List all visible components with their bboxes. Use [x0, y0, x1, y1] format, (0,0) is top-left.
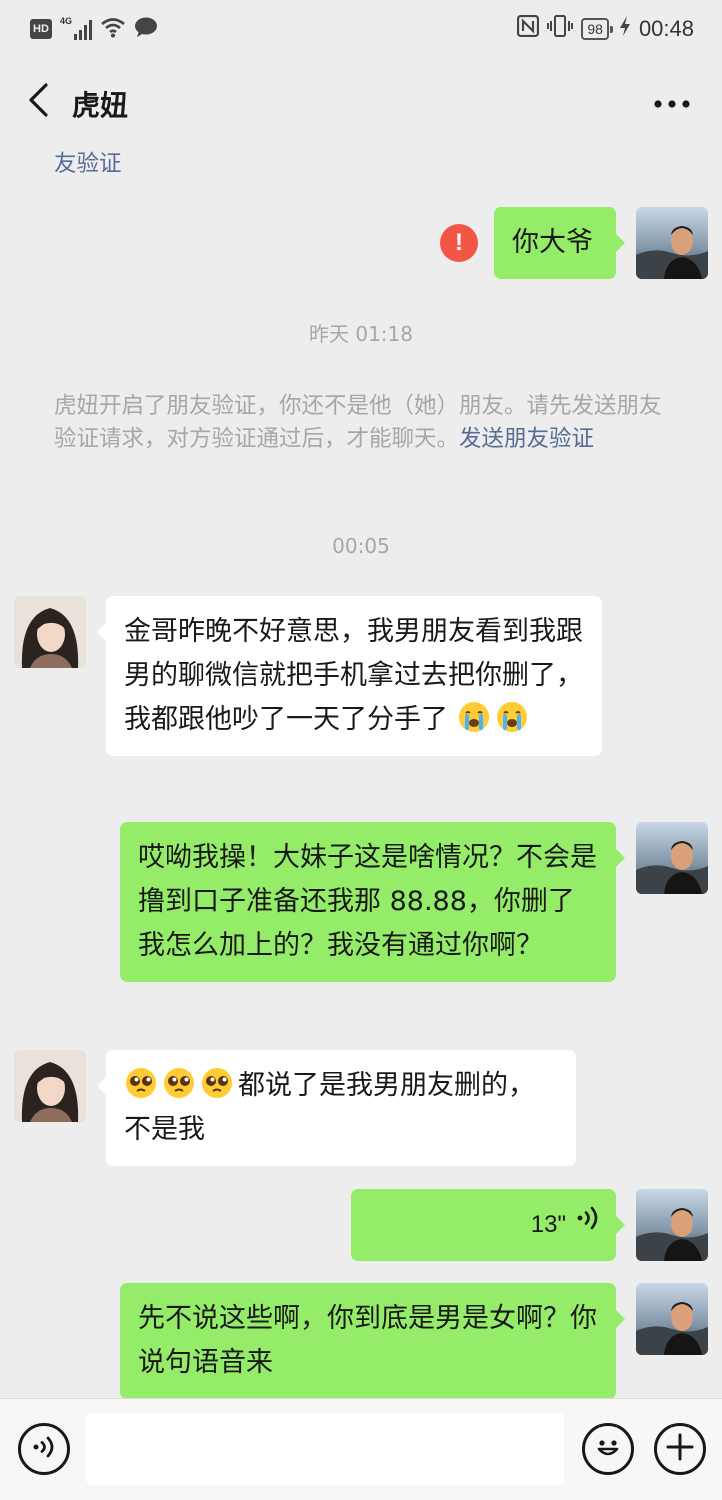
pleading-face-icon — [162, 1066, 196, 1100]
wifi-icon — [100, 16, 126, 42]
chat-bubble-icon — [134, 16, 158, 42]
send-verification-link[interactable]: 友验证 — [54, 151, 122, 177]
more-dots-icon — [654, 93, 690, 112]
timestamp: 昨天 01:18 — [309, 322, 413, 346]
more-button[interactable] — [650, 82, 694, 122]
plus-icon — [666, 1433, 694, 1465]
message-bubble-me[interactable]: 先不说这些啊，你到底是男是女啊？你说句语音来 — [120, 1283, 625, 1398]
voice-input-button[interactable] — [18, 1423, 70, 1475]
charging-icon — [617, 15, 631, 43]
message-text: 先不说这些啊，你到底是男是女啊？你说句语音来 — [138, 1303, 597, 1378]
message-bubble-contact[interactable]: 金哥昨晚不好意思，我男朋友看到我跟男的聊微信就把手机拿过去把你删了，我都跟他吵了… — [97, 596, 602, 756]
back-button[interactable] — [18, 80, 58, 124]
status-left: HD 4G — [30, 16, 158, 42]
chat-title: 虎妞 — [72, 89, 129, 122]
hd-icon: HD — [30, 19, 52, 39]
my-avatar[interactable] — [636, 1283, 708, 1355]
crying-face-icon — [457, 700, 491, 734]
pleading-face-icon — [200, 1066, 234, 1100]
voice-duration: 13" — [530, 1211, 566, 1238]
chat-header: 虎妞 — [0, 58, 722, 144]
vibrate-icon — [547, 14, 574, 44]
system-notice: 虎妞开启了朋友验证，你还不是他（她）朋友。请先发送朋友验证请求，对方验证通过后，… — [54, 390, 674, 456]
voice-message-bubble[interactable]: 13" — [351, 1189, 625, 1261]
timestamp: 00:05 — [332, 534, 390, 558]
chevron-left-icon — [27, 83, 49, 121]
system-notice-partial: 友验证 — [54, 148, 674, 181]
message-text: 你大爷 — [512, 227, 593, 258]
status-time: 00:48 — [638, 16, 694, 41]
voice-message: 13" — [369, 1203, 598, 1247]
message-bubble-me[interactable]: 哎呦我操！大妹子这是啥情况？不会是撸到口子准备还我那 88.88，你删了我怎么加… — [120, 822, 625, 982]
network-type: 4G — [60, 16, 73, 26]
message-bubble-contact[interactable]: 都说了是我男朋友删的，不是我 — [97, 1050, 576, 1166]
pleading-face-icon — [124, 1066, 158, 1100]
crying-face-icon — [495, 700, 529, 734]
send-verification-link[interactable]: 发送朋友验证 — [459, 426, 594, 452]
send-failed-icon[interactable]: ! — [440, 224, 478, 262]
more-functions-button[interactable] — [654, 1423, 706, 1475]
contact-avatar[interactable] — [14, 596, 86, 668]
my-avatar[interactable] — [636, 1189, 708, 1261]
nfc-icon — [517, 14, 540, 43]
signal-icon: 4G — [60, 16, 92, 40]
message-text: 哎呦我操！大妹子这是啥情况？不会是撸到口子准备还我那 88.88，你删了我怎么加… — [138, 842, 597, 961]
status-bar: HD 4G 98 00:48 — [0, 0, 722, 58]
voice-input-icon — [31, 1433, 57, 1465]
emoji-icon — [593, 1432, 623, 1466]
status-right: 98 00:48 — [517, 14, 694, 44]
battery-icon: 98 — [581, 18, 613, 40]
voice-wave-icon — [576, 1203, 598, 1247]
message-input[interactable] — [86, 1413, 564, 1485]
input-bar — [0, 1398, 722, 1500]
emoji-button[interactable] — [582, 1423, 634, 1475]
chat-messages[interactable]: 友验证 ! 你大爷 昨天 01:18 虎妞开启了朋友验证，你还不是他（她）朋友。… — [0, 144, 722, 1398]
message-bubble-me[interactable]: 你大爷 — [494, 207, 625, 279]
my-avatar[interactable] — [636, 207, 708, 279]
contact-avatar[interactable] — [14, 1050, 86, 1122]
my-avatar[interactable] — [636, 822, 708, 894]
